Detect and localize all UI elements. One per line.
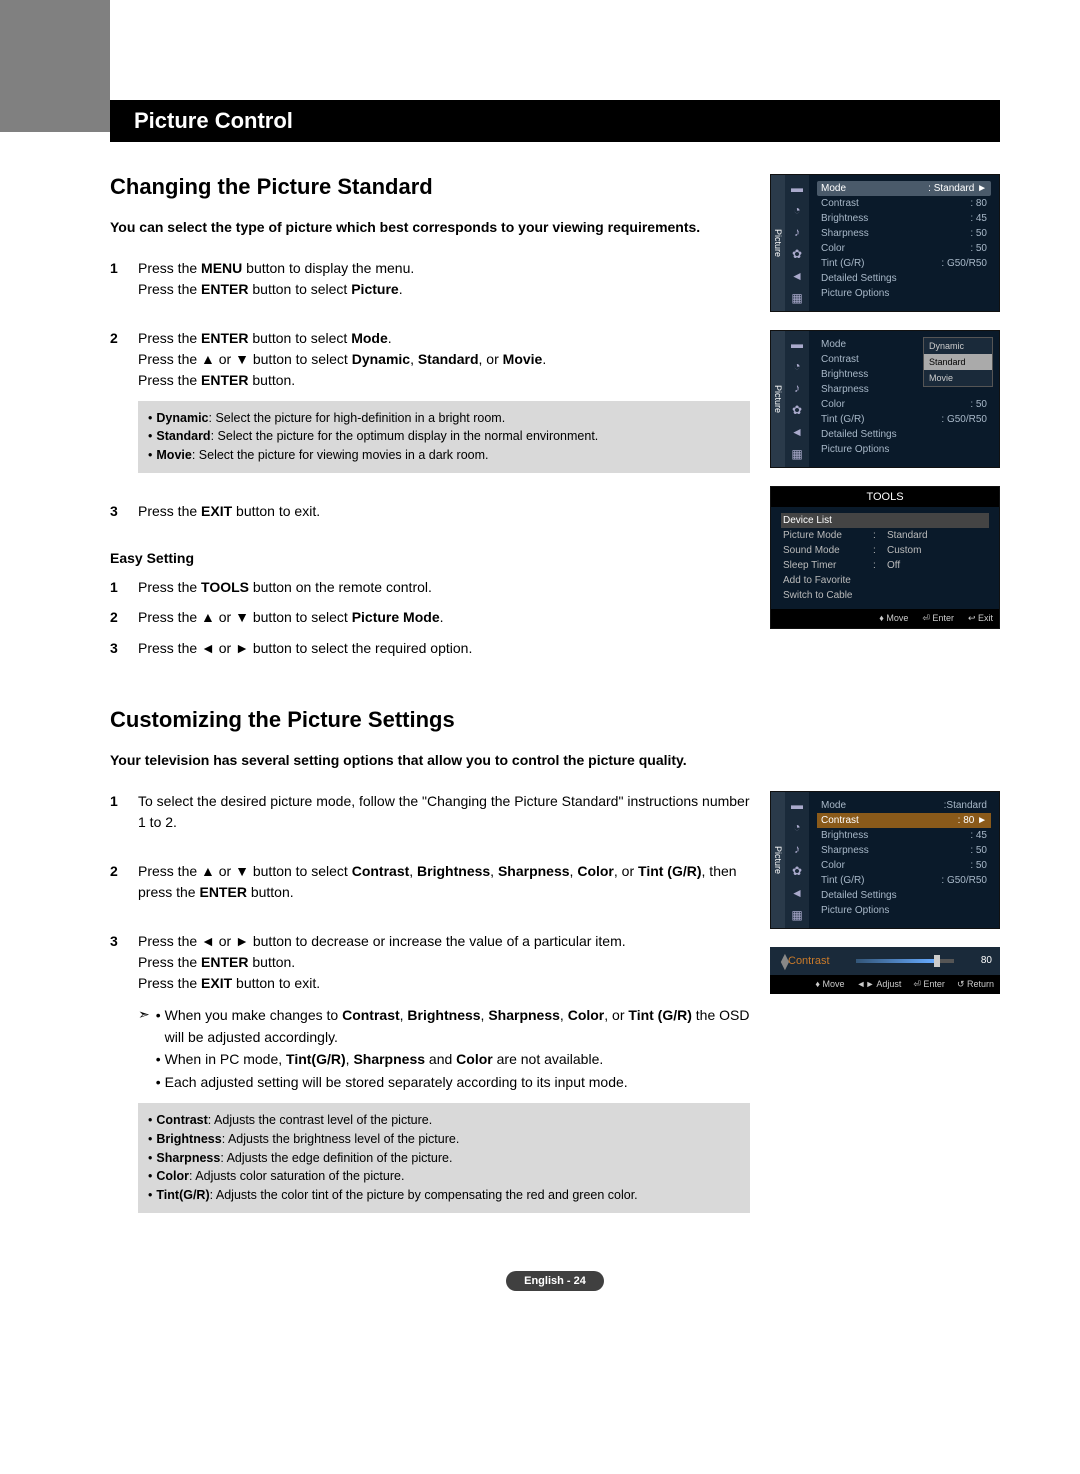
osd-tools-menu: TOOLS Device ListPicture Mode:StandardSou…: [770, 486, 1000, 629]
step-body: To select the desired picture mode, foll…: [138, 791, 750, 833]
tools-menu-item: Switch to Cable: [781, 588, 989, 603]
osd-icon-strip: ▬◔♪✿◄▦: [785, 331, 809, 467]
osd-tab-label: Picture: [771, 175, 785, 311]
tools-title: TOOLS: [771, 487, 999, 507]
osd-menu-item: Sharpness: 50: [817, 843, 991, 858]
osd-menu-item: Sharpness: 50: [817, 226, 991, 241]
tools-menu-item: Picture Mode:Standard: [781, 528, 989, 543]
page-number: English - 24: [506, 1271, 604, 1291]
step-text: Press the ▲ or ▼ button to select Pictur…: [138, 606, 444, 628]
step-number: 2: [110, 861, 138, 903]
osd-menu-item: Tint (G/R): G50/R50: [817, 412, 991, 427]
osd-menu-item: Contrast: 80: [817, 196, 991, 211]
osd-hint: ↺ Return: [957, 979, 994, 990]
osd-hint: ⏎ Enter: [913, 979, 945, 990]
info-box: Contrast: Adjusts the contrast level of …: [138, 1103, 750, 1213]
osd-tab-label: Picture: [771, 792, 785, 928]
osd-menu-item: Mode:Standard: [817, 798, 991, 813]
osd-dropdown: DynamicStandardMovie: [923, 337, 993, 387]
step-text: Press the ◄ or ► button to select the re…: [138, 637, 472, 659]
osd-menu-item: Brightness: 45: [817, 211, 991, 226]
osd-menu-item: Color: 50: [817, 241, 991, 256]
osd-picture-menu-1: Picture▬◔♪✿◄▦ Mode: Standard ►Contrast: 8…: [770, 174, 1000, 312]
osd-icon-strip: ▬◔♪✿◄▦: [785, 175, 809, 311]
step-number: 3: [110, 931, 138, 1213]
step-number: 3: [110, 637, 138, 659]
osd-menu-item: Picture Options: [817, 442, 991, 457]
info-box: Dynamic: Select the picture for high-def…: [138, 401, 750, 473]
page-content: Picture Control Changing the Picture Sta…: [0, 0, 1080, 1327]
osd-picture-menu-2: Picture▬◔♪✿◄▦ModeContrastBrightnessSharp…: [770, 330, 1000, 468]
s2-steps: 1To select the desired picture mode, fol…: [110, 791, 750, 1213]
easy-setting-list: 1Press the TOOLS button on the remote co…: [110, 576, 750, 659]
osd-icon-strip: ▬◔♪✿◄▦: [785, 792, 809, 928]
slider-bar: [856, 959, 954, 963]
arrow-up-down-icon: ▲▼: [778, 953, 788, 969]
osd-menu-item: Contrast: 80 ►: [817, 813, 991, 828]
step-body: Press the EXIT button to exit.: [138, 501, 750, 522]
step-body: Press the MENU button to display the men…: [138, 258, 750, 300]
osd-dropdown-item: Dynamic: [924, 338, 992, 354]
osd-menu-item: Detailed Settings: [817, 271, 991, 286]
osd-menu-item: Tint (G/R): G50/R50: [817, 256, 991, 271]
osd-dropdown-item: Standard: [924, 354, 992, 370]
osd-tab-label: Picture: [771, 331, 785, 467]
step-number: 1: [110, 258, 138, 300]
s2-intro: Your television has several setting opti…: [110, 751, 1000, 771]
page-footer: English - 24: [110, 1271, 1000, 1287]
s1-intro: You can select the type of picture which…: [110, 218, 750, 238]
osd-menu-item: Detailed Settings: [817, 427, 991, 442]
s1-steps: 1Press the MENU button to display the me…: [110, 258, 750, 522]
step-text: Press the TOOLS button on the remote con…: [138, 576, 432, 598]
osd-picture-menu-3: Picture▬◔♪✿◄▦ Mode:StandardContrast: 80 ►…: [770, 791, 1000, 929]
tools-menu-item: Sleep Timer:Off: [781, 558, 989, 573]
step-number: 1: [110, 576, 138, 598]
osd-menu-item: Picture Options: [817, 286, 991, 301]
section-header: Picture Control: [110, 100, 1000, 142]
osd-menu-item: Mode: Standard ►: [817, 181, 991, 196]
step-number: 2: [110, 328, 138, 473]
slider-label: Contrast: [788, 955, 848, 967]
note-icon: ➣: [138, 1004, 150, 1094]
osd-menu-item: Color: 50: [817, 397, 991, 412]
osd-menu-item: Tint (G/R): G50/R50: [817, 873, 991, 888]
easy-setting-title: Easy Setting: [110, 550, 750, 566]
osd-hint: ⏎ Enter: [922, 613, 954, 624]
step-body: Press the ◄ or ► button to decrease or i…: [138, 931, 750, 1213]
osd-dropdown-item: Movie: [924, 370, 992, 386]
osd-menu-item: Brightness: 45: [817, 828, 991, 843]
tools-menu-item: Device List: [781, 513, 989, 528]
step-number: 1: [110, 791, 138, 833]
page-side-bar: [0, 0, 110, 132]
slider-thumb: [934, 955, 940, 967]
osd-menu-item: Picture Options: [817, 903, 991, 918]
step-number: 2: [110, 606, 138, 628]
osd-hint: ◄► Adjust: [857, 979, 902, 990]
osd-contrast-slider: ▲▼Contrast 80 ♦ Move ◄► Adjust ⏎ Enter ↺ Retu…: [770, 947, 1000, 994]
osd-hint: ↩ Exit: [968, 613, 993, 624]
osd-menu-item: Detailed Settings: [817, 888, 991, 903]
tools-menu-item: Sound Mode:Custom: [781, 543, 989, 558]
osd-hint: ♦ Move: [815, 979, 844, 990]
osd-menu-item: Color: 50: [817, 858, 991, 873]
step-body: Press the ENTER button to select Mode.Pr…: [138, 328, 750, 473]
s2-title: Customizing the Picture Settings: [110, 707, 1000, 733]
s1-title: Changing the Picture Standard: [110, 174, 750, 200]
slider-value: 80: [962, 955, 992, 966]
tools-menu-item: Add to Favorite: [781, 573, 989, 588]
step-body: Press the ▲ or ▼ button to select Contra…: [138, 861, 750, 903]
step-number: 3: [110, 501, 138, 522]
osd-hint: ♦ Move: [879, 613, 908, 624]
